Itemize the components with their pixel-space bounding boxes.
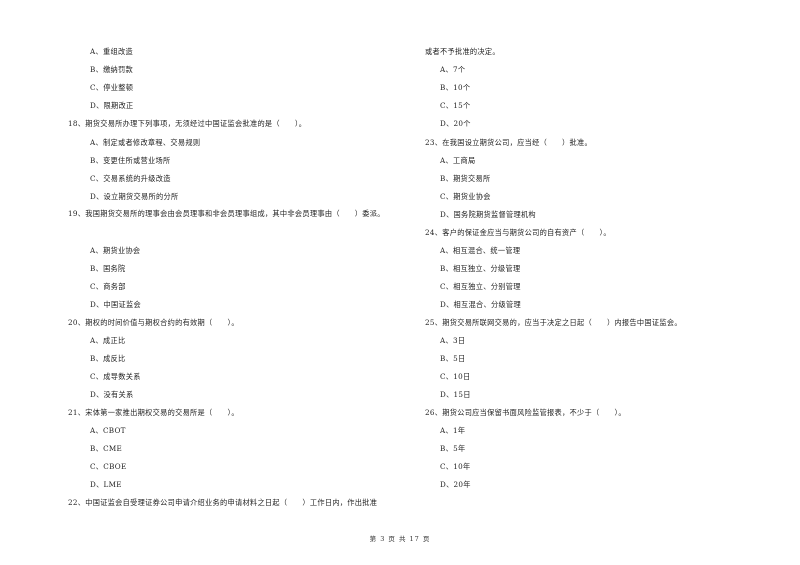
q24-option-a: A、相互混合、统一管理 [440, 246, 521, 255]
q23-option-d: D、国务院期货监督管理机构 [440, 210, 536, 219]
q18-stem: 18、期货交易所办理下列事项，无须经过中国证监会批准的是（ ）。 [68, 119, 307, 128]
q20-option-c: C、成导数关系 [90, 372, 141, 381]
q22-option-c: C、15个 [440, 101, 471, 110]
q19-option-c: C、商务部 [90, 282, 126, 291]
q23-option-b: B、期货交易所 [440, 174, 491, 183]
q21-option-b: B、CME [90, 444, 123, 453]
q17-option-d: D、限期改正 [90, 101, 134, 110]
q23-option-a: A、工商局 [440, 156, 476, 165]
q23-option-c: C、期货业协会 [440, 192, 491, 201]
q25-option-d: D、15日 [440, 390, 471, 399]
q25-option-b: B、5日 [440, 354, 466, 363]
q21-option-a: A、CBOT [90, 426, 126, 435]
q22-stem: 22、中国证监会自受理证券公司申请介绍业务的申请材料之日起（ ）工作日内，作出批… [68, 498, 378, 507]
q17-option-c: C、停业整顿 [90, 83, 134, 92]
q21-option-c: C、CBOE [90, 462, 127, 471]
q19-option-d: D、中国证监会 [90, 300, 141, 309]
q26-option-c: C、10年 [440, 462, 471, 471]
q25-stem: 25、期货交易所联网交易的，应当于决定之日起（ ）内报告中国证监会。 [425, 318, 682, 327]
q24-stem: 24、客户的保证金应当与期货公司的自有资产（ ）。 [425, 228, 611, 237]
q24-option-c: C、相互独立、分别管理 [440, 282, 521, 291]
q20-stem: 20、期权的时间价值与期权合约的有效期（ ）。 [68, 318, 239, 327]
q20-option-d: D、没有关系 [90, 390, 134, 399]
q21-option-d: D、LME [90, 480, 122, 489]
q26-option-d: D、20年 [440, 480, 471, 489]
q17-option-a: A、重组改造 [90, 47, 133, 56]
q20-option-a: A、成正比 [90, 336, 126, 345]
q26-option-a: A、1年 [440, 426, 466, 435]
q25-option-c: C、10日 [440, 372, 471, 381]
q26-option-b: B、5年 [440, 444, 466, 453]
q23-stem: 23、在我国设立期货公司，应当经（ ）批准。 [425, 138, 592, 147]
q19-option-a: A、期货业协会 [90, 246, 141, 255]
q26-stem: 26、期货公司应当保留书面风险监管报表，不少于（ ）。 [425, 408, 626, 417]
q17-option-b: B、缴纳罚款 [90, 65, 134, 74]
q22-stem-continued: 或者不予批准的决定。 [425, 47, 500, 56]
q22-option-a: A、7个 [440, 65, 466, 74]
q19-stem: 19、我国期货交易所的理事会由会员理事和非会员理事组成，其中非会员理事由（ ）委… [68, 209, 385, 218]
q18-option-b: B、变更住所或营业场所 [90, 156, 171, 165]
q22-option-b: B、10个 [440, 83, 471, 92]
q21-stem: 21、宋体第一家推出期权交易的交易所是（ ）。 [68, 408, 239, 417]
q24-option-d: D、相互混合、分级管理 [440, 300, 521, 309]
q25-option-a: A、3日 [440, 336, 466, 345]
q18-option-c: C、交易系统的升级改造 [90, 174, 171, 183]
q20-option-b: B、成反比 [90, 354, 126, 363]
q18-option-a: A、制定或者修改章程、交易规则 [90, 138, 201, 147]
q19-option-b: B、国务院 [90, 264, 126, 273]
page-number-footer: 第 3 页 共 17 页 [369, 535, 431, 543]
q18-option-d: D、设立期货交易所的分所 [90, 192, 179, 201]
q24-option-b: B、相互独立、分级管理 [440, 264, 521, 273]
q22-option-d: D、20个 [440, 119, 471, 128]
document-page: A、重组改造 B、缴纳罚款 C、停业整顿 D、限期改正 18、期货交易所办理下列… [0, 0, 800, 565]
